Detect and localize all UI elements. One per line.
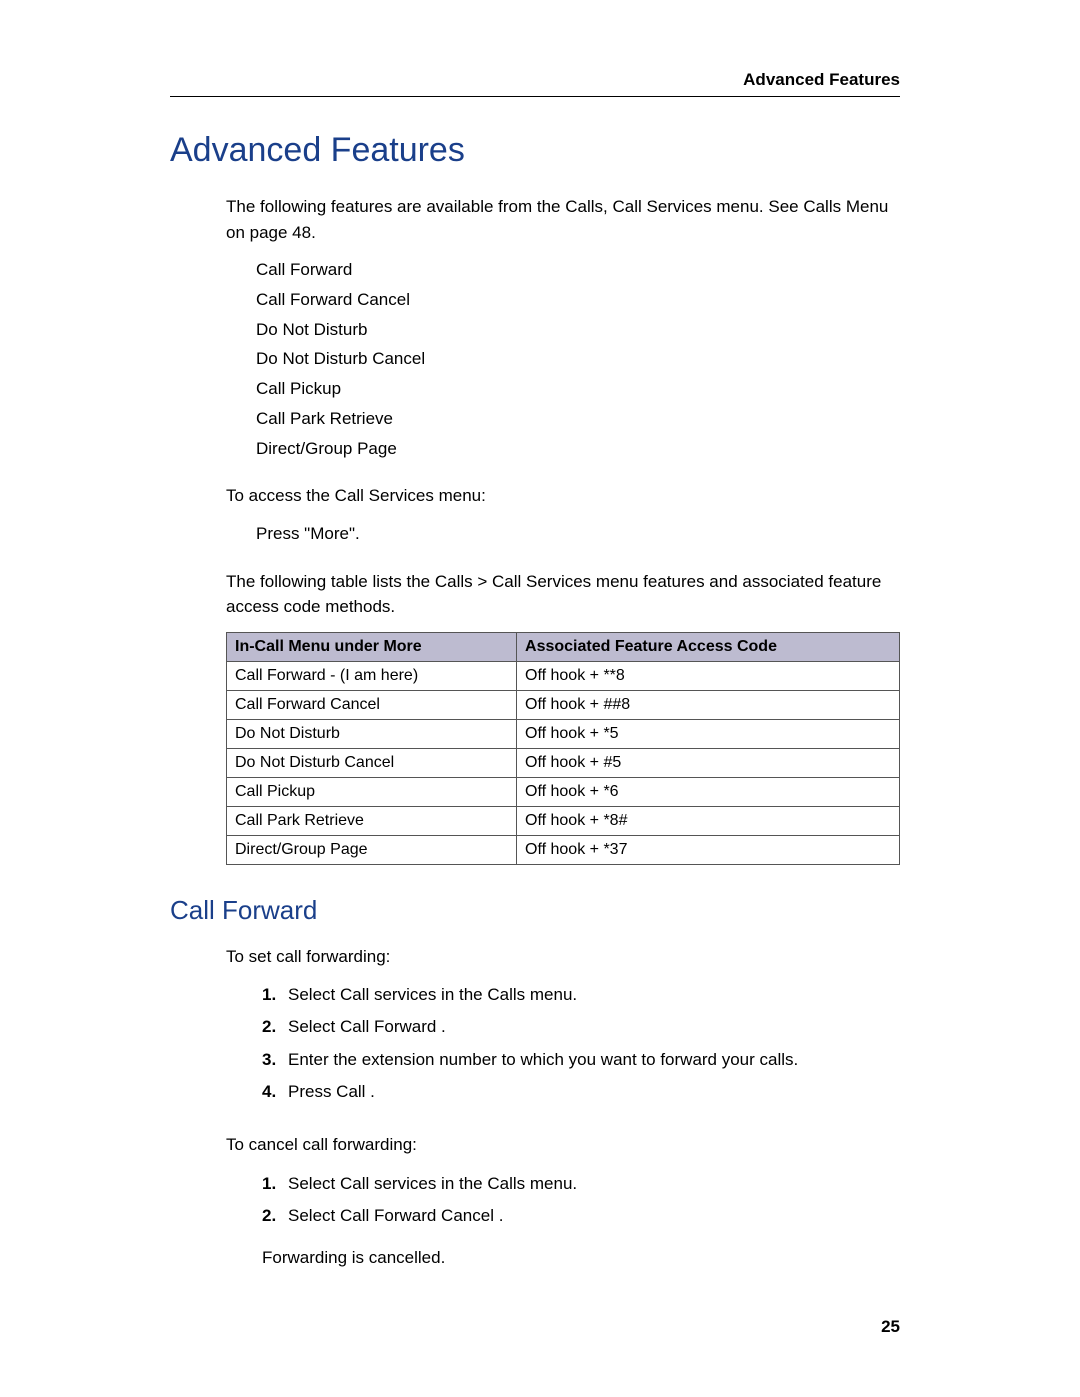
table-row: Call Forward Cancel Off hook + ##8 [227,690,900,719]
list-item: 2.Select Call Forward . [262,1011,900,1043]
cell-menu: Do Not Disturb Cancel [227,748,517,777]
cancel-trail: Forwarding is cancelled. [262,1248,900,1268]
list-item: Call Pickup [256,374,900,404]
section-call-forward-body: To set call forwarding: 1.Select Call se… [170,944,900,1269]
step-text: Enter the extension number to which you … [288,1050,798,1069]
table-header-row: In-Call Menu under More Associated Featu… [227,632,900,661]
step-text: Select Call Forward Cancel . [288,1206,503,1225]
list-item: Do Not Disturb Cancel [256,344,900,374]
cell-menu: Call Forward - (I am here) [227,661,517,690]
cell-code: Off hook + #5 [517,748,900,777]
cell-menu: Direct/Group Page [227,835,517,864]
table-lead: The following table lists the Calls > Ca… [226,569,900,620]
table-row: Direct/Group Page Off hook + *37 [227,835,900,864]
step-text: Press Call . [288,1082,375,1101]
cell-menu: Call Pickup [227,777,517,806]
table-row: Call Park Retrieve Off hook + *8# [227,806,900,835]
cell-code: Off hook + *6 [517,777,900,806]
page: Advanced Features Advanced Features The … [0,0,1080,1397]
cell-code: Off hook + **8 [517,661,900,690]
list-item: 2.Select Call Forward Cancel . [262,1200,900,1232]
set-lead: To set call forwarding: [226,944,900,970]
access-lead: To access the Call Services menu: [226,483,900,509]
body: The following features are available fro… [170,194,900,865]
page-number: 25 [881,1317,900,1337]
feature-table: In-Call Menu under More Associated Featu… [226,632,900,865]
list-item: 4.Press Call . [262,1076,900,1108]
cell-menu: Do Not Disturb [227,719,517,748]
cell-code: Off hook + *5 [517,719,900,748]
step-text: Select Call Forward . [288,1017,446,1036]
col-header-menu: In-Call Menu under More [227,632,517,661]
list-item: Call Forward Cancel [256,285,900,315]
list-item: 1.Select Call services in the Calls menu… [262,1168,900,1200]
cancel-steps: 1.Select Call services in the Calls menu… [226,1168,900,1233]
list-item: 1.Select Call services in the Calls menu… [262,979,900,1011]
col-header-code: Associated Feature Access Code [517,632,900,661]
feature-list: Call Forward Call Forward Cancel Do Not … [226,255,900,463]
step-text: Select Call services in the Calls menu. [288,985,577,1004]
table-row: Call Pickup Off hook + *6 [227,777,900,806]
list-item: 3.Enter the extension number to which yo… [262,1044,900,1076]
table-row: Call Forward - (I am here) Off hook + **… [227,661,900,690]
cell-code: Off hook + ##8 [517,690,900,719]
cell-menu: Call Park Retrieve [227,806,517,835]
list-item: Do Not Disturb [256,315,900,345]
intro-paragraph: The following features are available fro… [226,194,900,245]
section-call-forward-title: Call Forward [170,895,900,926]
cell-code: Off hook + *8# [517,806,900,835]
running-header: Advanced Features [170,60,900,97]
access-step-list: Press "More". [226,519,900,549]
list-item: Call Forward [256,255,900,285]
page-title: Advanced Features [170,131,900,170]
cell-code: Off hook + *37 [517,835,900,864]
step-text: Select Call services in the Calls menu. [288,1174,577,1193]
list-item: Direct/Group Page [256,434,900,464]
cell-menu: Call Forward Cancel [227,690,517,719]
cancel-lead: To cancel call forwarding: [226,1132,900,1158]
list-item: Call Park Retrieve [256,404,900,434]
set-steps: 1.Select Call services in the Calls menu… [226,979,900,1108]
table-row: Do Not Disturb Cancel Off hook + #5 [227,748,900,777]
list-item: Press "More". [256,519,900,549]
table-row: Do Not Disturb Off hook + *5 [227,719,900,748]
